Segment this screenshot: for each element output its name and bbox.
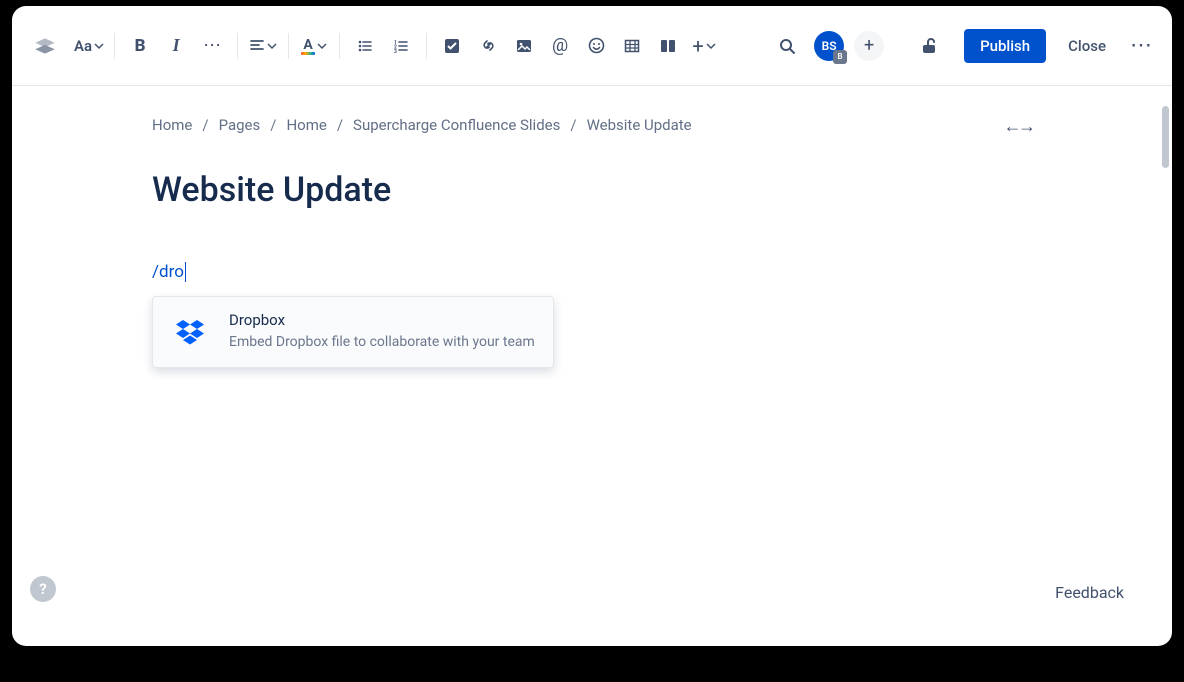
emoji-button[interactable] <box>581 31 611 61</box>
breadcrumb-item[interactable]: Home <box>286 116 326 134</box>
svg-text:3: 3 <box>394 49 397 54</box>
suggestion-description: Embed Dropbox file to collaborate with y… <box>229 333 537 352</box>
alignment-dropdown[interactable] <box>248 31 278 61</box>
editor-window: Aa B I ⋯ A 123 <box>12 6 1172 646</box>
suggestion-title: Dropbox <box>229 311 537 329</box>
breadcrumbs: Home / Pages / Home / Supercharge Conflu… <box>152 116 1032 134</box>
publish-button[interactable]: Publish <box>964 29 1046 63</box>
close-button[interactable]: Close <box>1068 37 1106 55</box>
numbered-list-button[interactable]: 123 <box>386 31 416 61</box>
page-title[interactable]: Website Update <box>152 170 1032 210</box>
more-options-button[interactable]: ⋯ <box>1130 33 1154 58</box>
toolbar: Aa B I ⋯ A 123 <box>12 6 1172 86</box>
link-button[interactable] <box>473 31 503 61</box>
avatar-badge: B <box>833 50 847 64</box>
text-cursor <box>185 262 187 282</box>
insert-dropdown[interactable]: + <box>689 31 719 61</box>
expand-width-button[interactable]: ← → <box>1004 116 1032 137</box>
slash-text: /dro <box>152 262 184 282</box>
table-button[interactable] <box>617 31 647 61</box>
breadcrumb-item[interactable]: Pages <box>219 116 261 134</box>
bullet-list-button[interactable] <box>350 31 380 61</box>
image-button[interactable] <box>509 31 539 61</box>
slash-command-input[interactable]: /dro <box>152 262 1032 282</box>
app-logo-icon[interactable] <box>30 31 60 61</box>
checkbox-button[interactable] <box>437 31 467 61</box>
add-people-button[interactable]: + <box>854 31 884 61</box>
dropbox-icon <box>169 311 211 353</box>
feedback-link[interactable]: Feedback <box>1055 583 1124 602</box>
search-button[interactable] <box>772 31 802 61</box>
mention-button[interactable]: @ <box>545 31 575 61</box>
text-styles-dropdown[interactable]: Aa <box>74 31 104 61</box>
unlock-icon[interactable] <box>914 31 944 61</box>
italic-button[interactable]: I <box>161 31 191 61</box>
breadcrumb-item[interactable]: Home <box>152 116 192 134</box>
page-content: Home / Pages / Home / Supercharge Conflu… <box>12 86 1172 368</box>
layouts-button[interactable] <box>653 31 683 61</box>
bold-button[interactable]: B <box>125 31 155 61</box>
breadcrumb-item[interactable]: Supercharge Confluence Slides <box>353 116 560 134</box>
more-formatting-button[interactable]: ⋯ <box>197 31 227 61</box>
slash-suggestion-item[interactable]: Dropbox Embed Dropbox file to collaborat… <box>152 296 554 368</box>
text-color-dropdown[interactable]: A <box>299 31 329 61</box>
breadcrumb-item[interactable]: Website Update <box>587 116 692 134</box>
user-avatar[interactable]: BS B <box>814 31 844 61</box>
help-button[interactable]: ? <box>30 576 56 602</box>
